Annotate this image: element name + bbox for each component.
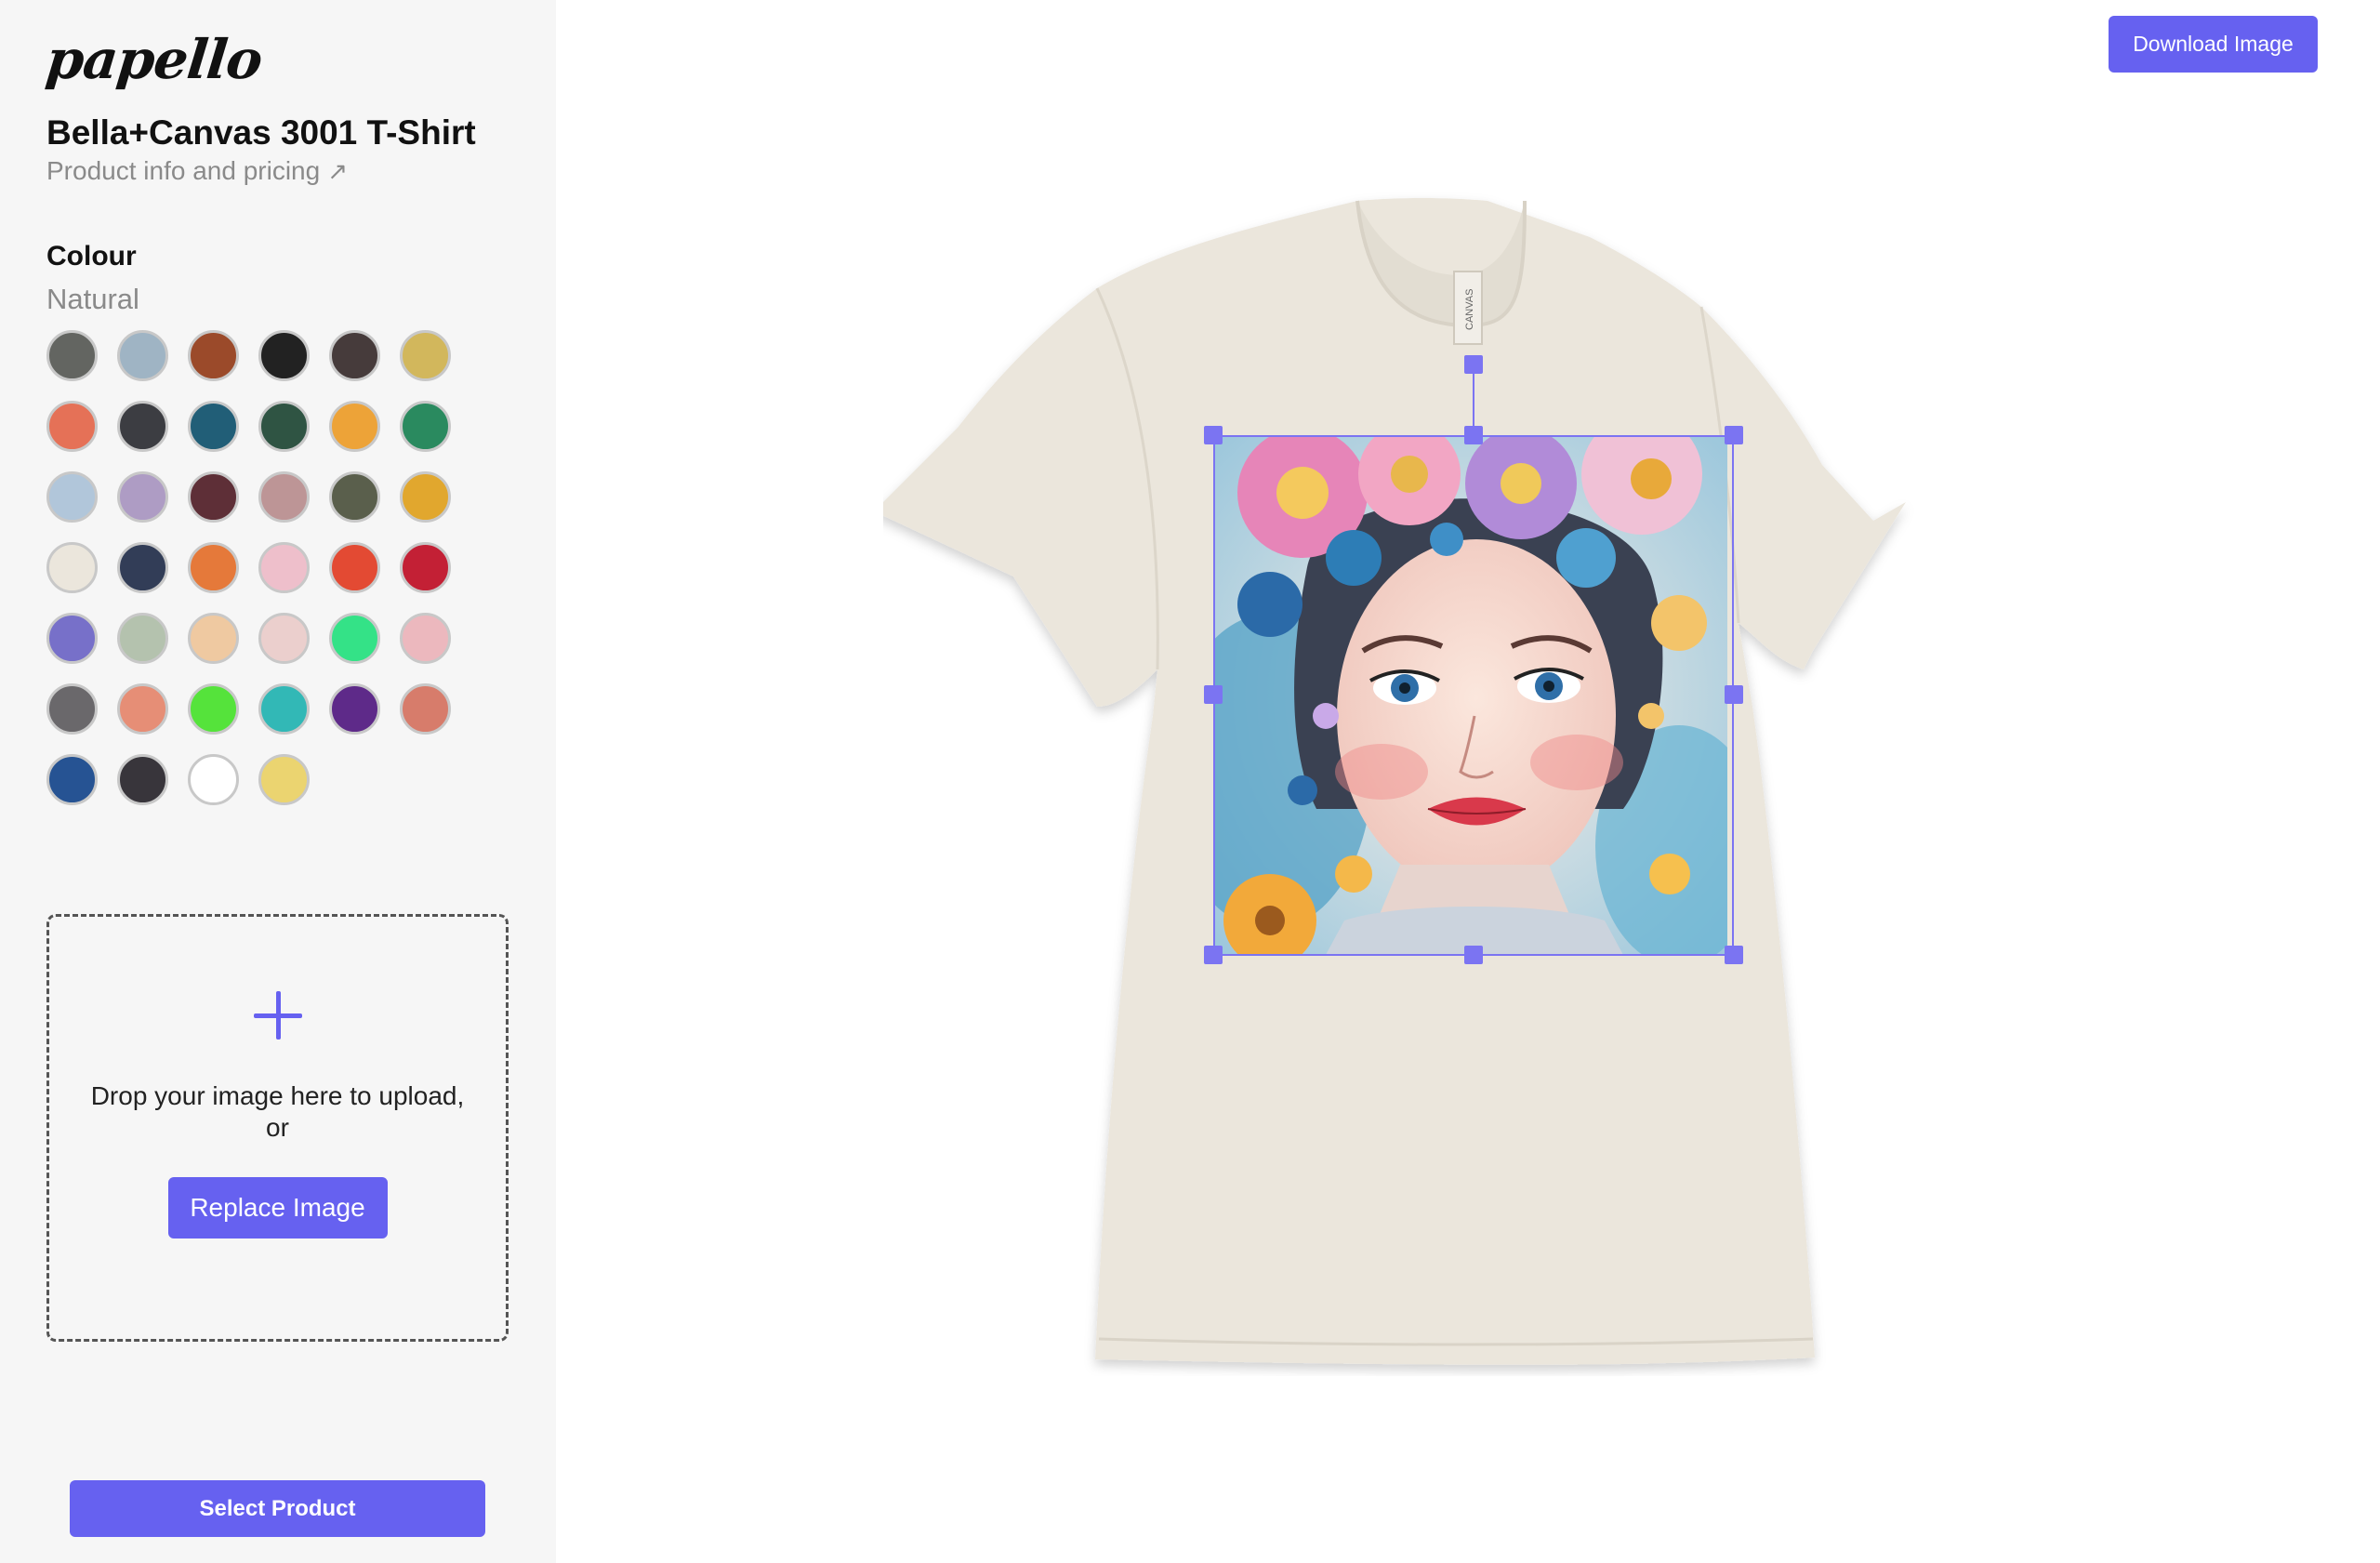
app: papello Bella+Canvas 3001 T-Shirt Produc… xyxy=(0,0,2380,1563)
colour-swatch[interactable] xyxy=(188,683,239,735)
dropzone-text: Drop your image here to upload, or xyxy=(90,1081,465,1142)
colour-swatch[interactable] xyxy=(329,471,380,523)
svg-text:CANVAS: CANVAS xyxy=(1464,289,1475,330)
resize-handle-right[interactable] xyxy=(1725,685,1743,704)
colour-swatch[interactable] xyxy=(258,401,310,452)
colour-swatch[interactable] xyxy=(329,330,380,381)
replace-image-button[interactable]: Replace Image xyxy=(167,1177,388,1238)
colour-swatch[interactable] xyxy=(46,613,98,664)
selected-colour-name: Natural xyxy=(46,283,139,315)
colour-swatch[interactable] xyxy=(46,542,98,593)
colour-swatch[interactable] xyxy=(400,542,451,593)
colour-swatch[interactable] xyxy=(46,754,98,805)
plus-icon xyxy=(253,991,302,1040)
resize-handle-left[interactable] xyxy=(1204,685,1223,704)
rotate-handle[interactable] xyxy=(1464,355,1483,374)
colour-swatch[interactable] xyxy=(400,401,451,452)
external-arrow-icon: ↗ xyxy=(327,156,348,185)
colour-swatch[interactable] xyxy=(400,471,451,523)
colour-swatch[interactable] xyxy=(258,683,310,735)
colour-swatch-grid xyxy=(46,330,511,805)
colour-swatch[interactable] xyxy=(117,471,168,523)
product-info-link[interactable]: Product info and pricing ↗ xyxy=(46,156,348,186)
colour-swatch[interactable] xyxy=(258,754,310,805)
colour-swatch[interactable] xyxy=(400,683,451,735)
papello-logo[interactable]: papello xyxy=(43,28,264,91)
colour-swatch[interactable] xyxy=(329,542,380,593)
colour-swatch[interactable] xyxy=(329,613,380,664)
colour-swatch[interactable] xyxy=(329,683,380,735)
colour-swatch[interactable] xyxy=(46,330,98,381)
product-info-link-label: Product info and pricing xyxy=(46,156,321,185)
colour-swatch[interactable] xyxy=(117,683,168,735)
colour-swatch[interactable] xyxy=(46,471,98,523)
colour-heading: Colour xyxy=(46,241,137,272)
colour-swatch[interactable] xyxy=(117,401,168,452)
colour-swatch[interactable] xyxy=(117,754,168,805)
colour-swatch[interactable] xyxy=(258,542,310,593)
resize-handle-bottom-left[interactable] xyxy=(1204,946,1223,964)
colour-swatch[interactable] xyxy=(258,613,310,664)
resize-handle-bottom-right[interactable] xyxy=(1725,946,1743,964)
image-dropzone[interactable]: Drop your image here to upload, or Repla… xyxy=(46,914,509,1342)
colour-swatch[interactable] xyxy=(46,683,98,735)
colour-swatch[interactable] xyxy=(258,330,310,381)
select-product-button[interactable]: Select Product xyxy=(70,1480,485,1537)
colour-swatch[interactable] xyxy=(400,330,451,381)
resize-handle-top[interactable] xyxy=(1464,426,1483,444)
resize-handle-top-right[interactable] xyxy=(1725,426,1743,444)
colour-swatch[interactable] xyxy=(188,754,239,805)
resize-handle-top-left[interactable] xyxy=(1204,426,1223,444)
uploaded-design-image[interactable] xyxy=(1214,437,1727,955)
rotation-handle-line xyxy=(1473,364,1474,435)
product-title: Bella+Canvas 3001 T-Shirt xyxy=(46,113,476,152)
resize-handle-bottom[interactable] xyxy=(1464,946,1483,964)
colour-swatch[interactable] xyxy=(258,471,310,523)
colour-swatch[interactable] xyxy=(46,401,98,452)
colour-swatch[interactable] xyxy=(188,330,239,381)
colour-swatch[interactable] xyxy=(117,330,168,381)
colour-swatch[interactable] xyxy=(117,613,168,664)
colour-swatch[interactable] xyxy=(329,401,380,452)
colour-swatch[interactable] xyxy=(117,542,168,593)
colour-swatch[interactable] xyxy=(188,401,239,452)
colour-swatch[interactable] xyxy=(188,471,239,523)
sidebar: papello Bella+Canvas 3001 T-Shirt Produc… xyxy=(0,0,556,1563)
download-image-button[interactable]: Download Image xyxy=(2109,16,2318,73)
colour-swatch[interactable] xyxy=(188,542,239,593)
colour-swatch[interactable] xyxy=(188,613,239,664)
colour-swatch[interactable] xyxy=(400,613,451,664)
